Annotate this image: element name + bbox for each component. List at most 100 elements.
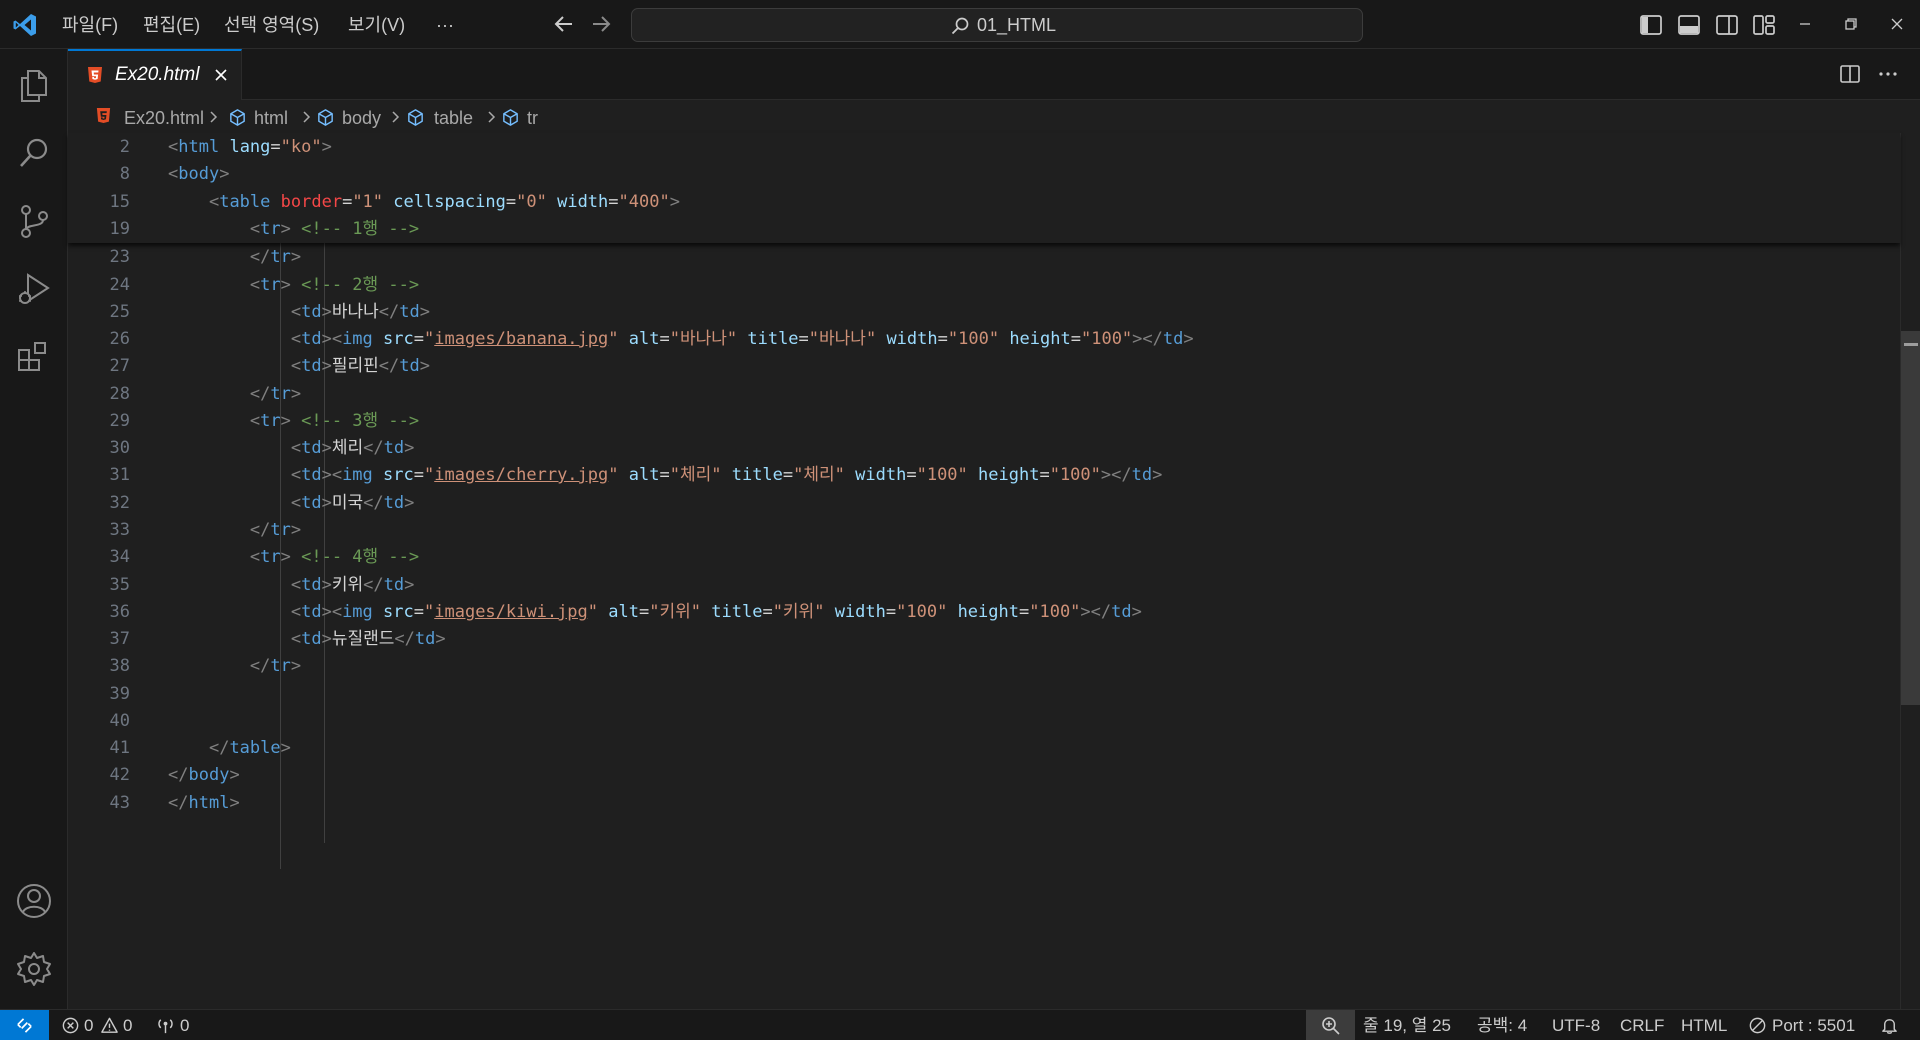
code-line[interactable]: 36 <td><img src="images/kiwi.jpg" alt="키… bbox=[68, 599, 1900, 626]
menu-file[interactable]: 파일(F) bbox=[62, 12, 118, 38]
customize-layout-icon[interactable] bbox=[1751, 12, 1777, 38]
extensions-icon[interactable] bbox=[14, 337, 54, 377]
restore-icon[interactable] bbox=[1839, 12, 1863, 36]
code-line[interactable]: 37 <td>뉴질랜드</td> bbox=[68, 626, 1900, 653]
ports-count[interactable]: 0 bbox=[180, 1015, 189, 1037]
warning-count[interactable]: 0 bbox=[123, 1015, 132, 1037]
close-icon[interactable] bbox=[1885, 12, 1909, 36]
sticky-line[interactable]: 2 <html lang="ko"> bbox=[68, 134, 1900, 161]
command-center-search[interactable]: 01_HTML bbox=[631, 8, 1363, 42]
breadcrumb-tr[interactable]: tr bbox=[527, 107, 538, 129]
arrow-right-icon[interactable] bbox=[588, 11, 614, 37]
code-text[interactable]: <td><img src="images/banana.jpg" alt="바나… bbox=[168, 326, 1194, 353]
symbol-field-icon bbox=[503, 109, 518, 126]
menu-view[interactable]: 보기(V) bbox=[348, 12, 405, 38]
indentation[interactable]: 공백: 4 bbox=[1477, 1015, 1527, 1037]
line-number: 32 bbox=[109, 493, 130, 513]
chevron-right-icon bbox=[210, 111, 218, 123]
breadcrumb-table[interactable]: table bbox=[434, 107, 473, 129]
code-text[interactable]: <td>체리</td> bbox=[168, 435, 414, 462]
search-icon[interactable] bbox=[14, 133, 54, 173]
code-text[interactable]: <body> bbox=[168, 161, 229, 188]
zoom-indicator[interactable] bbox=[1306, 1010, 1355, 1040]
code-line[interactable]: 39 bbox=[68, 681, 1900, 708]
code-line[interactable]: 41 </table> bbox=[68, 735, 1900, 762]
code-text[interactable]: <td>미국</td> bbox=[168, 490, 414, 517]
code-text[interactable]: <td><img src="images/kiwi.jpg" alt="키위" … bbox=[168, 599, 1142, 626]
code-line[interactable]: 34 <tr> <!-- 4행 --> bbox=[68, 544, 1900, 571]
menu-more[interactable]: ··· bbox=[436, 12, 454, 38]
code-line[interactable]: 29 <tr> <!-- 3행 --> bbox=[68, 408, 1900, 435]
code-text[interactable]: <tr> <!-- 4행 --> bbox=[168, 544, 419, 571]
sticky-line[interactable]: 15 <table border="1" cellspacing="0" wid… bbox=[68, 189, 1900, 216]
minimize-icon[interactable] bbox=[1793, 12, 1817, 36]
code-line[interactable]: 24 <tr> <!-- 2행 --> bbox=[68, 272, 1900, 299]
code-text[interactable]: <td>필리핀</td> bbox=[168, 353, 430, 380]
encoding[interactable]: UTF-8 bbox=[1552, 1015, 1600, 1037]
close-icon[interactable] bbox=[211, 65, 231, 85]
settings-gear-icon[interactable] bbox=[14, 949, 54, 989]
menu-edit[interactable]: 편집(E) bbox=[143, 12, 200, 38]
code-text[interactable]: </html> bbox=[168, 790, 240, 817]
toggle-secondary-sidebar-icon[interactable] bbox=[1714, 12, 1740, 38]
more-actions-icon[interactable] bbox=[1876, 62, 1900, 86]
code-text[interactable]: <td><img src="images/cherry.jpg" alt="체리… bbox=[168, 462, 1163, 489]
code-text[interactable]: </body> bbox=[168, 762, 240, 789]
code-editor[interactable]: 21 <td><img src="images/apple.jpg" alt="… bbox=[68, 133, 1900, 1009]
run-debug-icon[interactable] bbox=[14, 269, 54, 309]
line-number: 43 bbox=[109, 793, 130, 813]
arrow-left-icon[interactable] bbox=[551, 11, 577, 37]
code-line[interactable]: 27 <td>필리핀</td> bbox=[68, 353, 1900, 380]
sticky-line[interactable]: 8 <body> bbox=[68, 161, 1900, 188]
tab-ex20-html[interactable]: Ex20.html bbox=[68, 49, 242, 100]
cursor-position[interactable]: 줄 19, 열 25 bbox=[1363, 1015, 1451, 1037]
language-mode[interactable]: HTML bbox=[1681, 1015, 1727, 1037]
remote-indicator[interactable] bbox=[0, 1010, 49, 1040]
code-line[interactable]: 42 </body> bbox=[68, 762, 1900, 789]
code-line[interactable]: 28 </tr> bbox=[68, 381, 1900, 408]
toggle-primary-sidebar-icon[interactable] bbox=[1638, 12, 1664, 38]
code-line[interactable]: 30 <td>체리</td> bbox=[68, 435, 1900, 462]
menu-selection[interactable]: 선택 영역(S) bbox=[224, 12, 319, 38]
code-line[interactable]: 26 <td><img src="images/banana.jpg" alt=… bbox=[68, 326, 1900, 353]
breadcrumb-body[interactable]: body bbox=[342, 107, 381, 129]
code-text[interactable]: </tr> bbox=[168, 653, 301, 680]
bell-icon[interactable] bbox=[1880, 1016, 1899, 1035]
code-text[interactable]: <table border="1" cellspacing="0" width=… bbox=[168, 189, 680, 216]
explorer-icon[interactable] bbox=[14, 65, 54, 105]
code-text[interactable]: <td>키위</td> bbox=[168, 572, 414, 599]
toggle-panel-icon[interactable] bbox=[1676, 12, 1702, 38]
error-count[interactable]: 0 bbox=[84, 1015, 93, 1037]
chevron-right-icon bbox=[303, 111, 311, 123]
code-text[interactable]: </tr> bbox=[168, 381, 301, 408]
breadcrumb-html[interactable]: html bbox=[254, 107, 288, 129]
source-control-icon[interactable] bbox=[14, 201, 54, 241]
code-line[interactable]: 25 <td>바나나</td> bbox=[68, 299, 1900, 326]
code-line[interactable]: 32 <td>미국</td> bbox=[68, 490, 1900, 517]
code-text[interactable]: <tr> <!-- 1행 --> bbox=[168, 216, 419, 243]
live-server-port[interactable]: Port : 5501 bbox=[1772, 1015, 1855, 1037]
scrollbar-thumb[interactable] bbox=[1901, 331, 1920, 705]
code-text[interactable]: </tr> bbox=[168, 244, 301, 271]
code-text[interactable]: </table> bbox=[168, 735, 291, 762]
vscode-logo-icon[interactable] bbox=[12, 12, 38, 38]
end-of-line[interactable]: CRLF bbox=[1620, 1015, 1664, 1037]
breadcrumb-file[interactable]: Ex20.html bbox=[124, 107, 204, 129]
symbol-field-icon bbox=[318, 109, 333, 126]
code-line[interactable]: 31 <td><img src="images/cherry.jpg" alt=… bbox=[68, 462, 1900, 489]
code-text[interactable]: <tr> <!-- 2행 --> bbox=[168, 272, 419, 299]
code-text[interactable]: <tr> <!-- 3행 --> bbox=[168, 408, 419, 435]
code-line[interactable]: 23 </tr> bbox=[68, 244, 1900, 271]
code-line[interactable]: 40 bbox=[68, 708, 1900, 735]
code-text[interactable]: <td>바나나</td> bbox=[168, 299, 430, 326]
code-text[interactable]: <td>뉴질랜드</td> bbox=[168, 626, 446, 653]
code-line[interactable]: 38 </tr> bbox=[68, 653, 1900, 680]
split-editor-icon[interactable] bbox=[1838, 62, 1862, 86]
code-line[interactable]: 43 </html> bbox=[68, 790, 1900, 817]
sticky-line[interactable]: 19 <tr> <!-- 1행 --> bbox=[68, 216, 1900, 243]
account-icon[interactable] bbox=[14, 881, 54, 921]
code-line[interactable]: 33 </tr> bbox=[68, 517, 1900, 544]
code-line[interactable]: 35 <td>키위</td> bbox=[68, 572, 1900, 599]
code-text[interactable]: </tr> bbox=[168, 517, 301, 544]
code-text[interactable]: <html lang="ko"> bbox=[168, 134, 332, 161]
